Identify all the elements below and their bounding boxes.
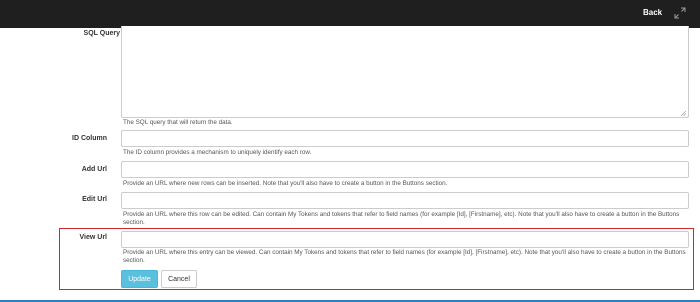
expand-arrows-icon[interactable] (674, 7, 686, 19)
view-url-input[interactable] (121, 231, 689, 248)
add-url-input[interactable] (121, 161, 689, 178)
add-url-help: Provide an URL where new rows can be ins… (123, 180, 448, 187)
view-url-help: Provide an URL where this entry can be v… (123, 249, 686, 264)
edit-url-input[interactable] (121, 192, 689, 209)
sql-query-help: The SQL query that will return the data. (123, 119, 233, 126)
update-button[interactable]: Update (121, 270, 158, 288)
add-url-label: Add Url (81, 166, 107, 173)
edit-url-label: Edit Url (82, 196, 107, 203)
id-column-label: ID Column (72, 135, 107, 142)
cancel-button[interactable]: Cancel (161, 270, 197, 288)
back-link[interactable]: Back (643, 8, 662, 17)
edit-url-help: Provide an URL where this row can be edi… (123, 211, 680, 226)
sql-query-textarea[interactable] (121, 26, 689, 118)
id-column-input[interactable] (121, 130, 689, 147)
resize-grip-icon[interactable] (681, 111, 686, 116)
view-url-label: View Url (79, 234, 108, 241)
top-bar: Back (0, 0, 700, 28)
id-column-help: The ID column provides a mechanism to un… (123, 149, 312, 156)
sql-query-label: SQL Query (83, 30, 120, 37)
